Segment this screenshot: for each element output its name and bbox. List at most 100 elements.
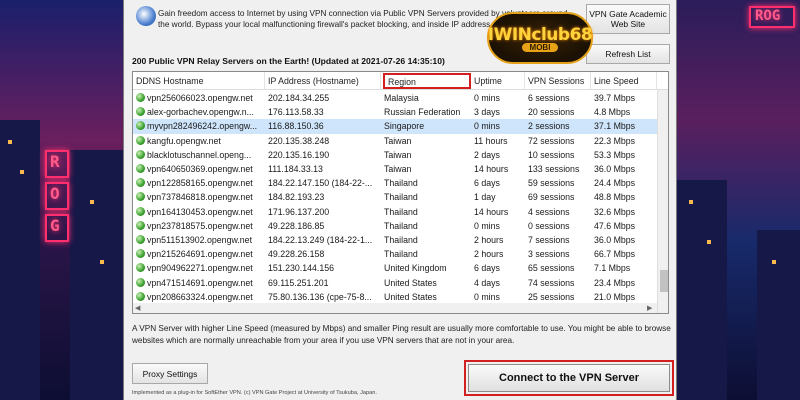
table-row[interactable]: vpn737846818.opengw.net 184.82.193.23 Thai… — [133, 190, 657, 205]
watermark-logo: IWINclub68 MOBI — [487, 12, 593, 64]
table-cell: 176.113.58.33 — [265, 105, 381, 120]
cell-text: Thailand — [384, 178, 418, 189]
table-row[interactable]: vpn122858165.opengw.net 184.22.147.150 (1… — [133, 176, 657, 191]
table-cell: Malaysia — [381, 91, 471, 106]
server-globe-icon — [136, 164, 145, 173]
cell-text: 32.6 Mbps — [594, 206, 636, 217]
cell-text: 75.80.136.136 (cpe-75-8... — [268, 291, 372, 302]
footer-credit: Implemented as a plug-in for SoftEther V… — [132, 390, 377, 396]
cell-text: 202.184.34.255 — [268, 93, 330, 103]
column-header-sessions[interactable]: VPN Sessions — [525, 72, 591, 90]
column-header-ip[interactable]: IP Address (Hostname) — [265, 72, 381, 90]
server-globe-icon — [136, 206, 145, 216]
table-cell: alex-gorbachev.opengw.n... — [133, 105, 265, 120]
table-cell: 49.228.26.158 — [265, 247, 381, 262]
server-list-table: DDNS Hostname IP Address (Hostname) Regi… — [132, 71, 669, 314]
table-cell: 6 days — [471, 176, 525, 191]
connect-button[interactable]: Connect to the VPN Server — [468, 364, 670, 392]
server-globe-icon — [136, 93, 145, 102]
cell-text: vpn164130453.opengw.net — [147, 206, 253, 217]
table-row[interactable]: vpn904962271.opengw.net 151.230.144.156 Un… — [133, 261, 657, 276]
neon-sign-rog: ROG — [755, 8, 781, 24]
cell-text: 1 day — [474, 192, 496, 203]
cell-text: Taiwan — [384, 164, 412, 174]
cell-text: vpn471514691.opengw.net — [147, 277, 253, 288]
cell-text: Thailand — [384, 249, 418, 260]
table-row[interactable]: vpn164130453.opengw.net 171.96.137.200 Tha… — [133, 205, 657, 220]
server-globe-icon — [136, 277, 145, 287]
table-cell: 7.1 Mbps — [591, 261, 657, 276]
usage-note: A VPN Server with higher Line Speed (mea… — [132, 324, 671, 345]
cell-text: 48.8 Mbps — [594, 192, 636, 203]
academic-website-button[interactable]: VPN Gate Academic Web Site — [586, 4, 670, 34]
table-row[interactable]: alex-gorbachev.opengw.n... 176.113.58.33 R… — [133, 105, 657, 120]
cell-text: Taiwan — [384, 135, 412, 146]
server-globe-icon — [136, 192, 145, 202]
neon-letter: G — [50, 216, 60, 235]
table-cell: Thailand — [381, 247, 471, 262]
cell-text: alex-gorbachev.opengw.n... — [147, 107, 254, 118]
refresh-list-button[interactable]: Refresh List — [586, 44, 670, 64]
table-cell: Russian Federation — [381, 105, 471, 120]
table-cell: 72 sessions — [525, 134, 591, 149]
cell-text: vpn904962271.opengw.net — [147, 263, 253, 274]
scroll-left-icon[interactable]: ◀ — [135, 304, 140, 312]
table-cell: Thailand — [381, 190, 471, 205]
table-row[interactable]: vpn215264691.opengw.net 49.228.26.158 Thai… — [133, 247, 657, 262]
table-row[interactable]: vpn511513902.opengw.net 184.22.13.249 (18… — [133, 233, 657, 248]
table-cell: 2 days — [471, 148, 525, 163]
cell-text: 0 sessions — [528, 220, 570, 231]
cell-text: vpn256066023.opengw.net — [147, 93, 253, 103]
table-row[interactable]: vpn237818575.opengw.net 49.228.186.85 Thai… — [133, 219, 657, 234]
window-light — [90, 200, 94, 204]
column-header-line-speed[interactable]: Line Speed — [591, 72, 657, 90]
cell-text: United States — [384, 277, 437, 288]
horizontal-scrollbar[interactable]: ◀ ▶ — [133, 303, 657, 313]
table-cell: 36.0 Mbps — [591, 233, 657, 248]
cell-text: 69.115.251.201 — [268, 277, 329, 288]
table-cell: blacklotuschannel.openg... — [133, 148, 265, 163]
column-header-hostname[interactable]: DDNS Hostname — [133, 72, 265, 90]
vertical-scrollbar[interactable] — [657, 90, 668, 313]
table-header: DDNS Hostname IP Address (Hostname) Regi… — [133, 72, 668, 90]
window-light — [707, 240, 711, 244]
cell-text: 22.3 Mbps — [594, 135, 636, 146]
table-cell: vpn256066023.opengw.net — [133, 91, 265, 106]
cell-text: United States — [384, 291, 437, 302]
table-cell: 32.6 Mbps — [591, 205, 657, 220]
table-row[interactable]: blacklotuschannel.openg... 220.135.16.190… — [133, 148, 657, 163]
table-cell: 3 sessions — [525, 247, 591, 262]
table-cell: 69 sessions — [525, 190, 591, 205]
table-row[interactable]: kangfu.opengw.net 220.135.38.248 Taiwan 11 … — [133, 134, 657, 149]
column-header-uptime[interactable]: Uptime — [471, 72, 525, 90]
building — [677, 180, 727, 400]
cell-text: 20 sessions — [528, 107, 575, 118]
table-cell: 65 sessions — [525, 261, 591, 276]
table-cell: 53.3 Mbps — [591, 148, 657, 163]
table-cell: 14 hours — [471, 162, 525, 177]
proxy-settings-button[interactable]: Proxy Settings — [132, 363, 208, 384]
vpn-gate-dialog: Gain freedom access to Internet by using… — [123, 0, 677, 400]
table-cell: 23.4 Mbps — [591, 276, 657, 291]
cell-text: Thailand — [384, 220, 418, 231]
table-row[interactable]: vpn471514691.opengw.net 69.115.251.201 Uni… — [133, 276, 657, 291]
table-cell: vpn511513902.opengw.net — [133, 233, 265, 248]
table-row[interactable]: vpn256066023.opengw.net 202.184.34.255 Mal… — [133, 91, 657, 106]
table-row[interactable]: myvpn282496242.opengw... 116.88.150.36 Sin… — [133, 119, 657, 135]
table-cell: 0 mins — [471, 219, 525, 234]
table-cell: Singapore — [381, 119, 471, 134]
scroll-right-icon[interactable]: ▶ — [647, 304, 652, 312]
column-header-region[interactable]: Region — [383, 73, 471, 89]
table-cell: 7 sessions — [525, 233, 591, 248]
cell-text: 36.0 Mbps — [594, 164, 636, 174]
table-cell: Thailand — [381, 176, 471, 191]
table-row[interactable]: vpn640650369.opengw.net 111.184.33.13 Taiw… — [133, 162, 657, 177]
cell-text: myvpn282496242.opengw... — [147, 121, 258, 132]
building — [70, 150, 123, 400]
scrollbar-thumb[interactable] — [660, 270, 668, 292]
table-cell: 4 sessions — [525, 205, 591, 220]
cell-text: vpn215264691.opengw.net — [147, 249, 253, 260]
table-cell: 184.22.13.249 (184-22-1... — [265, 233, 381, 248]
building — [0, 120, 40, 400]
cell-text: 116.88.150.36 — [268, 121, 324, 132]
